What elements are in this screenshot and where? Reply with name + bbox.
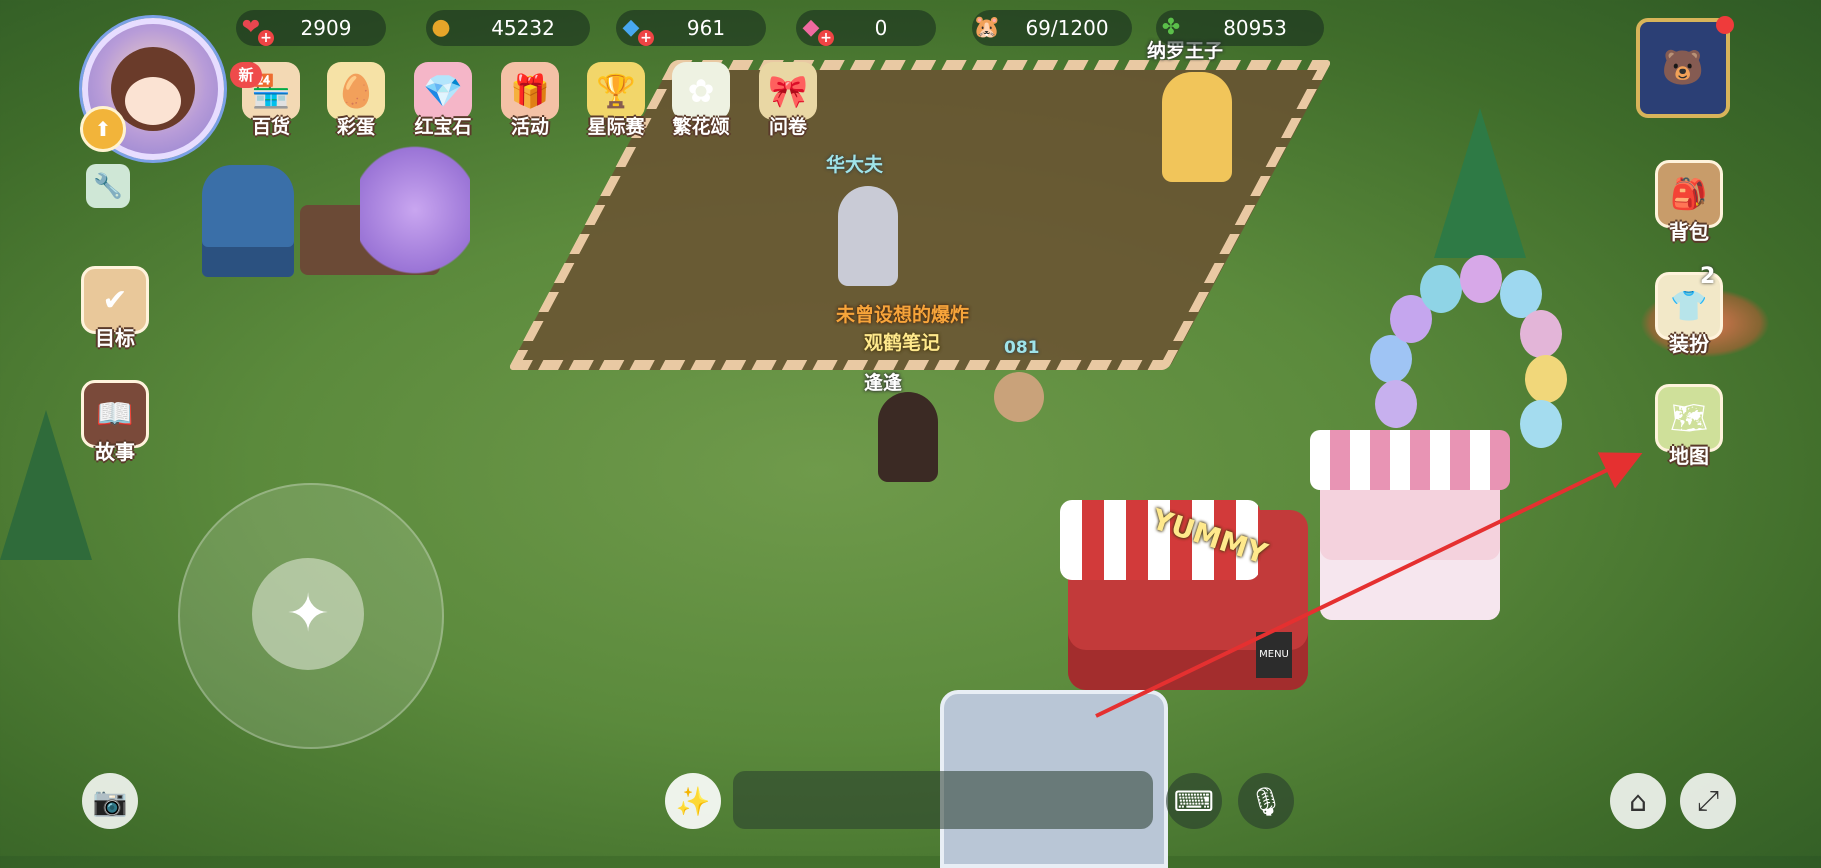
resource-value: 2909 xyxy=(300,16,352,40)
side-map[interactable]: 🗺 地图 xyxy=(1652,384,1726,469)
tools-icon[interactable]: 🔧 xyxy=(86,164,130,208)
menu-label: 繁花颂 xyxy=(672,116,730,138)
notification-dot xyxy=(1716,16,1734,34)
menu-board: MENU xyxy=(1256,632,1292,678)
cypress-tree xyxy=(1434,108,1526,258)
home-icon[interactable]: ⌂ xyxy=(1610,773,1666,829)
magic-wand-icon[interactable]: ✨ xyxy=(665,773,721,829)
resource-value: 961 xyxy=(686,16,726,40)
pink-stall-awning xyxy=(1310,430,1510,490)
balloon xyxy=(1520,400,1562,448)
side-backpack[interactable]: 🎒 背包 xyxy=(1652,160,1726,245)
add-icon[interactable]: + xyxy=(638,30,654,46)
menu-easter-egg[interactable]: 🥚 彩蛋 xyxy=(320,62,392,139)
player-character[interactable] xyxy=(878,392,938,482)
menu-label: 红宝石 xyxy=(414,116,472,138)
resource-value: 0 xyxy=(874,16,888,40)
clover-icon: ✤ xyxy=(1161,14,1181,40)
side-goals[interactable]: ✔ 目标 xyxy=(78,266,152,351)
side-label: 故事 xyxy=(95,440,135,464)
menu-label: 百货 xyxy=(251,116,290,138)
player-name: 逢逢 xyxy=(864,372,903,394)
side-story[interactable]: 📖 故事 xyxy=(78,380,152,465)
resource-coins[interactable]: ● 45232 xyxy=(426,10,590,46)
hamster-icon: 🐹 xyxy=(973,14,1001,40)
chat-input[interactable] xyxy=(733,771,1153,829)
add-icon[interactable]: + xyxy=(258,30,274,46)
side-label: 装扮 xyxy=(1669,332,1709,356)
menu-label: 问卷 xyxy=(768,116,807,138)
new-badge: 新 xyxy=(230,62,262,88)
menu-label: 星际赛 xyxy=(587,116,645,138)
side-label: 背包 xyxy=(1669,220,1709,244)
dress-up-count: 2 xyxy=(1700,264,1716,289)
npc-prince[interactable] xyxy=(1162,72,1232,182)
menu-events[interactable]: 🎁 活动 xyxy=(494,62,566,139)
npc-name-huadafu: 华大夫 xyxy=(826,154,884,176)
menu-flower-ode[interactable]: ✿ 繁花颂 xyxy=(665,62,737,139)
resource-value: 45232 xyxy=(491,16,555,40)
menu-label: 彩蛋 xyxy=(336,116,375,138)
balloon xyxy=(1525,355,1567,403)
resource-rubies[interactable]: ◆ + 0 xyxy=(796,10,936,46)
menu-ruby[interactable]: 💎 红宝石 xyxy=(407,62,479,139)
balloon xyxy=(1420,265,1462,313)
resource-hearts[interactable]: ❤ + 2909 xyxy=(236,10,386,46)
coin-icon: ● xyxy=(431,14,451,40)
player-title: 未曾设想的爆炸 xyxy=(836,304,970,326)
resource-value: 80953 xyxy=(1223,16,1287,40)
resource-hamster[interactable]: 🐹 69/1200 xyxy=(972,10,1132,46)
wisteria-tree xyxy=(360,140,470,280)
menu-label: 活动 xyxy=(510,116,549,138)
blue-forge xyxy=(202,165,294,277)
resource-diamonds[interactable]: ◆ + 961 xyxy=(616,10,766,46)
resource-clover[interactable]: ✤ 80953 xyxy=(1156,10,1324,46)
guild-name: 观鹤笔记 xyxy=(864,332,941,354)
side-label: 地图 xyxy=(1669,444,1709,468)
joystick-compass-icon[interactable]: ✦ xyxy=(252,558,364,670)
pet-dog[interactable] xyxy=(994,372,1044,422)
fullscreen-icon[interactable]: ⤢ xyxy=(1680,773,1736,829)
voice-icon[interactable]: 🎙 xyxy=(1238,773,1294,829)
level-up-icon[interactable]: ⬆ xyxy=(80,106,126,152)
add-icon[interactable]: + xyxy=(818,30,834,46)
menu-interstellar-race[interactable]: 🏆 星际赛 xyxy=(580,62,652,139)
menu-questionnaire[interactable]: 🎀 问卷 xyxy=(752,62,824,139)
handbook-icon[interactable]: 🐻 xyxy=(1636,18,1730,118)
keyboard-icon[interactable]: ⌨ xyxy=(1166,773,1222,829)
camera-icon[interactable]: 📷 xyxy=(82,773,138,829)
balloon xyxy=(1460,255,1502,303)
balloon xyxy=(1520,310,1562,358)
pet-number: 081 xyxy=(1004,338,1040,358)
side-label: 目标 xyxy=(95,326,135,350)
resource-value: 69/1200 xyxy=(1025,16,1109,40)
npc-huadafu[interactable] xyxy=(838,186,898,286)
balloon xyxy=(1375,380,1417,428)
